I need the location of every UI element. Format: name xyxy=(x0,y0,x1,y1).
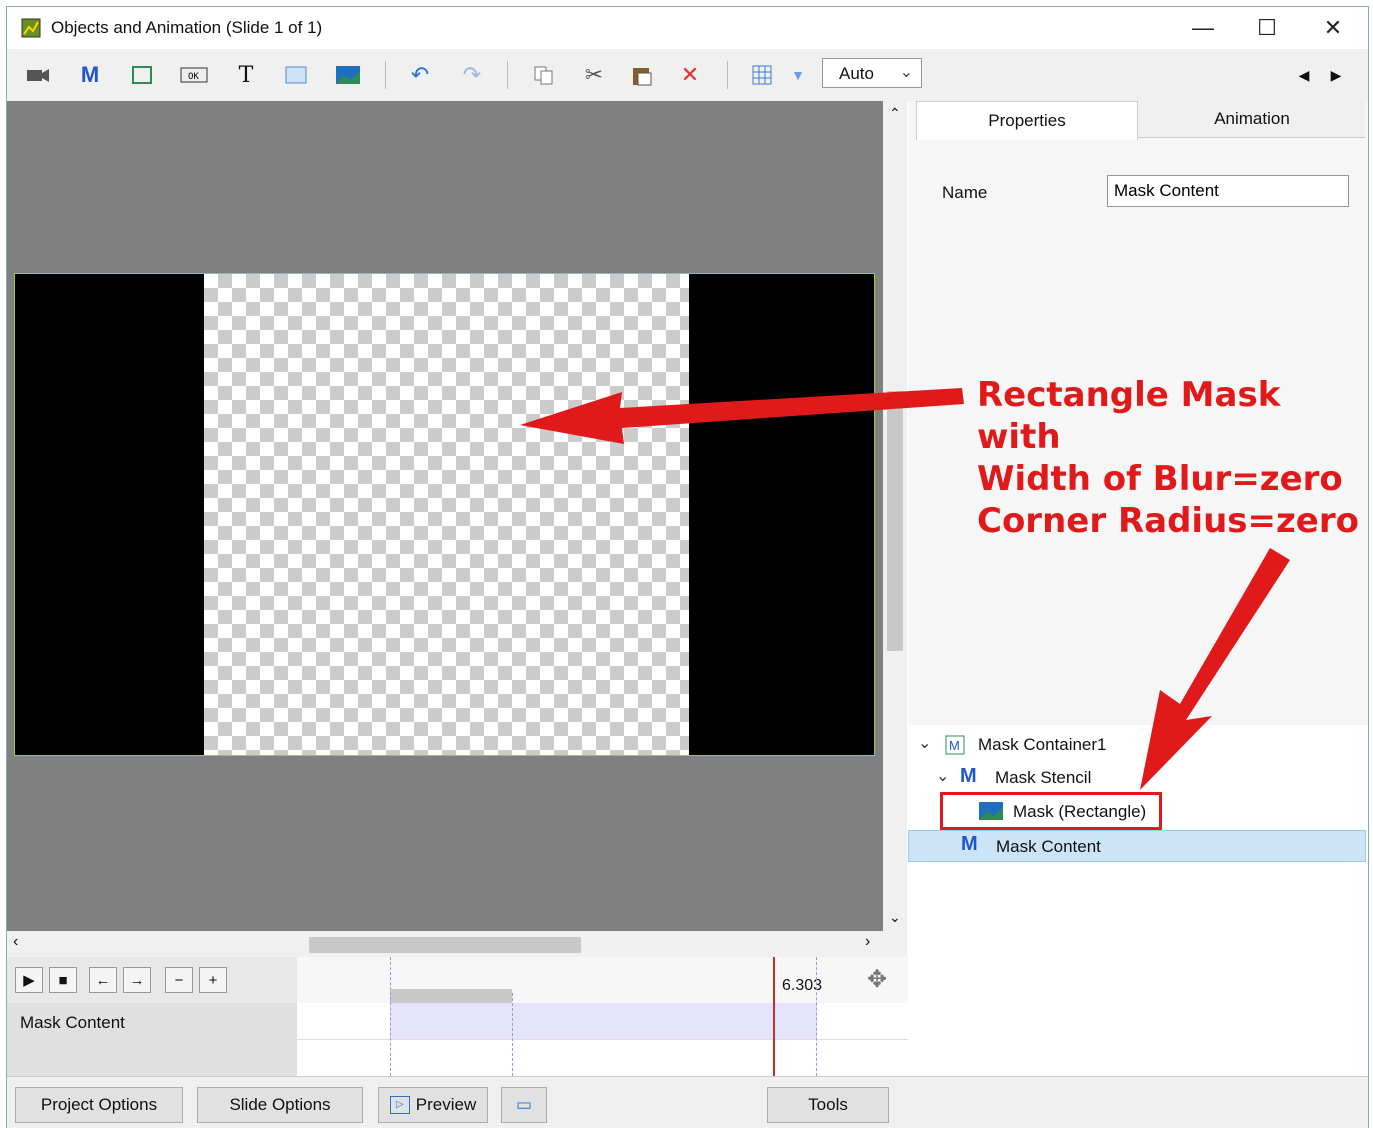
annotation-line: Rectangle Mask xyxy=(977,375,1281,415)
annotation-arrows xyxy=(520,388,1290,790)
annotation-line: with xyxy=(977,417,1061,457)
annotation-line: Corner Radius=zero xyxy=(977,501,1359,541)
annotation-text: Rectangle Mask with Width of Blur=zero C… xyxy=(977,374,1359,542)
annotation-arrow-left xyxy=(520,388,964,444)
annotation-line: Width of Blur=zero xyxy=(977,459,1343,499)
annotation-arrow-down xyxy=(1140,548,1290,790)
